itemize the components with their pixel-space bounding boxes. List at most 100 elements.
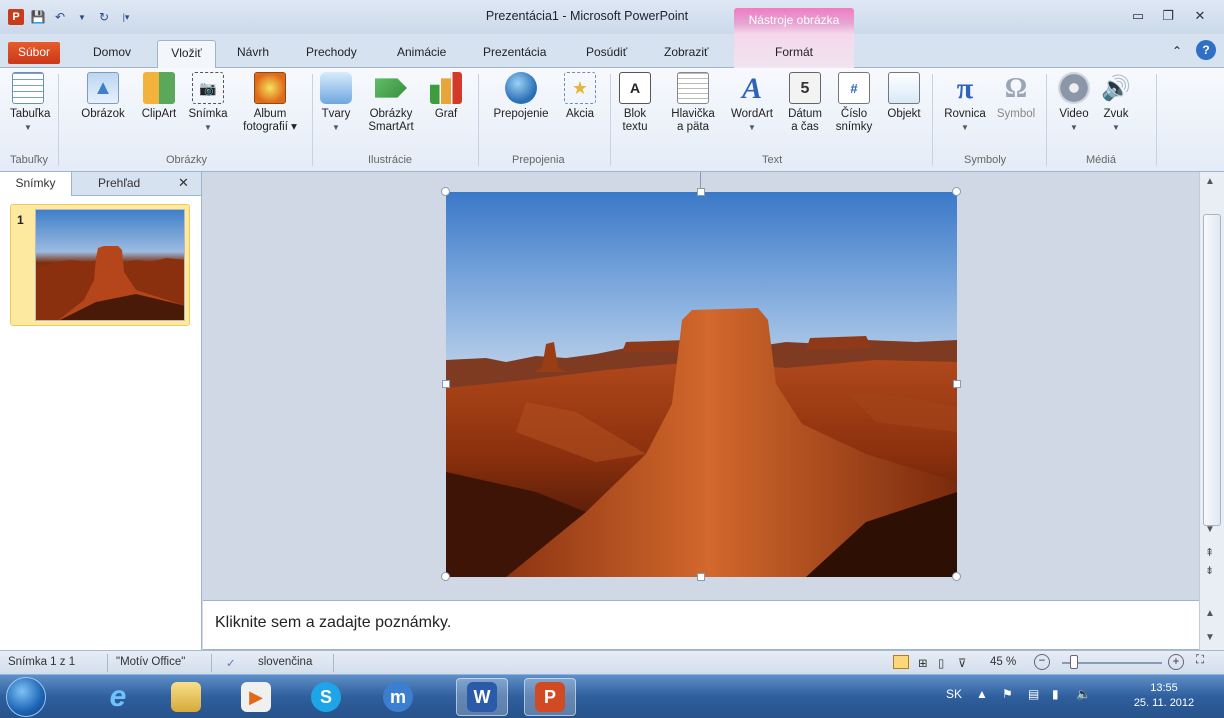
tab-slides[interactable]: Snímky [0,172,72,196]
tab-view[interactable]: Zobraziť [664,45,709,59]
next-slide-icon[interactable]: ⇟ [1205,564,1214,577]
skype-taskbar-icon[interactable]: S [300,678,352,716]
fit-to-window-icon[interactable]: ⛶ [1196,654,1204,667]
screenshot-button[interactable]: 📷 Snímka ▼ [186,72,230,134]
restore-button[interactable]: ❐ [1154,8,1182,24]
slide-number-button[interactable]: # Číslo snímky [832,72,876,134]
screenshot-icon: 📷 [192,72,224,104]
ribbon: Tabuľka ▼ ▲ Obrázok ClipArt 📷 Snímka ▼ Alb… [0,68,1224,172]
scroll-down-icon[interactable]: ▼ [1205,524,1215,535]
object-button[interactable]: Objekt [882,72,926,121]
photo-album-button[interactable]: Album fotografií ▾ [236,72,304,134]
clock[interactable]: 13:55 25. 11. 2012 [1124,681,1204,711]
zoom-in-icon[interactable]: + [1168,654,1184,670]
tab-insert[interactable]: Vložiť [157,40,216,69]
title-bar: P 💾 ↶ ▼ ↻ |▾ Prezentácia1 - Microsoft Po… [0,0,1224,34]
resize-handle-left[interactable] [442,380,450,388]
action-button[interactable]: ★ Akcia [562,72,598,121]
file-explorer-taskbar-icon[interactable] [160,678,212,716]
tab-transitions[interactable]: Prechody [306,45,357,59]
messenger-taskbar-icon[interactable]: m [372,678,424,716]
tab-outline[interactable]: Prehľad [98,176,140,190]
close-icon[interactable]: ✕ [178,175,189,191]
slide-thumbnail[interactable]: 1 [10,204,190,326]
resize-handle-bottom-left[interactable] [441,572,450,581]
network-icon[interactable]: ▤ [1028,687,1039,701]
picture-button[interactable]: ▲ Obrázok [76,72,130,121]
picture-label: Obrázok [81,108,125,120]
zoom-level[interactable]: 45 % [990,656,1016,668]
date-time-button[interactable]: 5 Dátum a čas [784,72,826,134]
resize-handle-bottom[interactable] [697,573,705,581]
internet-explorer-taskbar-icon[interactable]: e [92,678,144,716]
start-button[interactable] [6,677,46,717]
signal-icon[interactable]: ▮ [1052,687,1059,701]
theme-name[interactable]: "Motív Office" [116,656,185,668]
wordart-button[interactable]: A WordArt ▼ [726,72,778,134]
equation-label: Rovnica [944,108,986,120]
input-language[interactable]: SK [946,687,962,701]
equation-icon: π [956,71,974,105]
show-hidden-icons-icon[interactable]: ▲ [976,687,988,701]
tab-review[interactable]: Posúdiť [586,45,627,59]
chart-button[interactable]: Graf [428,72,464,121]
hyperlink-button[interactable]: Prepojenie [486,72,556,121]
tab-home[interactable]: Domov [93,45,131,59]
selected-picture[interactable] [446,192,957,577]
help-icon[interactable]: ? [1196,40,1216,60]
notes-scroll-up-icon[interactable]: ▲ [1205,608,1215,619]
clipart-button[interactable]: ClipArt [137,72,181,121]
tab-format[interactable]: Formát [734,34,854,68]
slide-info: Snímka 1 z 1 [8,656,76,668]
smartart-icon [375,78,407,98]
minimize-ribbon-icon[interactable]: ⌃ [1172,44,1182,58]
audio-icon: 🔊 [1101,74,1131,102]
notes-scroll-down-icon[interactable]: ▼ [1205,632,1215,643]
header-footer-button[interactable]: Hlavička a päta [666,72,720,134]
smartart-button[interactable]: Obrázky SmartArt [366,72,416,134]
textbox-button[interactable]: A Blok textu [618,72,652,134]
shapes-button[interactable]: Tvary ▼ [318,72,354,134]
resize-handle-right[interactable] [953,380,961,388]
audio-button[interactable]: 🔊 Zvuk ▼ [1098,72,1134,134]
resize-handle-bottom-right[interactable] [952,572,961,581]
chart-label: Graf [434,108,458,120]
close-window-button[interactable]: ✕ [1186,8,1214,24]
previous-slide-icon[interactable]: ⇞ [1205,546,1214,559]
normal-view-icon[interactable] [893,655,909,669]
language[interactable]: slovenčina [258,656,312,668]
scroll-thumb[interactable] [1203,214,1221,526]
resize-handle-top[interactable] [697,188,705,196]
volume-icon[interactable]: 🔈 [1076,687,1091,701]
powerpoint-taskbar-icon[interactable]: P [524,678,576,716]
media-player-taskbar-icon[interactable]: ▶ [230,678,282,716]
resize-handle-top-left[interactable] [441,187,450,196]
tab-slideshow[interactable]: Prezentácia [483,45,546,59]
video-button[interactable]: Video ▼ [1054,72,1094,134]
slideshow-icon[interactable]: ⊽ [958,656,966,670]
zoom-slider-knob[interactable] [1070,655,1078,669]
slide-sorter-icon[interactable]: ⊞ [918,656,928,670]
tab-design[interactable]: Návrh [237,45,269,59]
reading-view-icon[interactable]: ▯ [938,656,944,670]
smartart-label-1: Obrázky [369,108,413,120]
action-center-icon[interactable]: ⚑ [1002,687,1013,701]
date-time-icon: 5 [789,72,821,104]
resize-handle-top-right[interactable] [952,187,961,196]
zoom-out-icon[interactable]: − [1034,654,1050,670]
notes-pane[interactable]: Kliknite sem a zadajte poznámky. [203,600,1199,650]
word-taskbar-icon[interactable]: W [456,678,508,716]
group-label-media: Médiá [1086,154,1116,166]
clock-time: 13:55 [1150,682,1178,694]
audio-label: Zvuk [1103,108,1129,120]
scroll-up-icon[interactable]: ▲ [1205,176,1215,187]
tab-animations[interactable]: Animácie [397,45,446,59]
notes-placeholder[interactable]: Kliknite sem a zadajte poznámky. [215,614,451,632]
spelling-check-icon[interactable]: ✓ [226,656,236,670]
symbol-button[interactable]: Ω Symbol [992,72,1040,121]
table-button[interactable]: Tabuľka ▼ [10,72,50,134]
equation-button[interactable]: π Rovnica ▼ [940,72,990,134]
vertical-scrollbar[interactable]: ▲ ▼ ⇞ ⇟ ▲ ▼ [1199,172,1224,650]
tab-file[interactable]: Súbor [8,42,60,64]
minimize-button[interactable]: ▭ [1124,8,1152,24]
